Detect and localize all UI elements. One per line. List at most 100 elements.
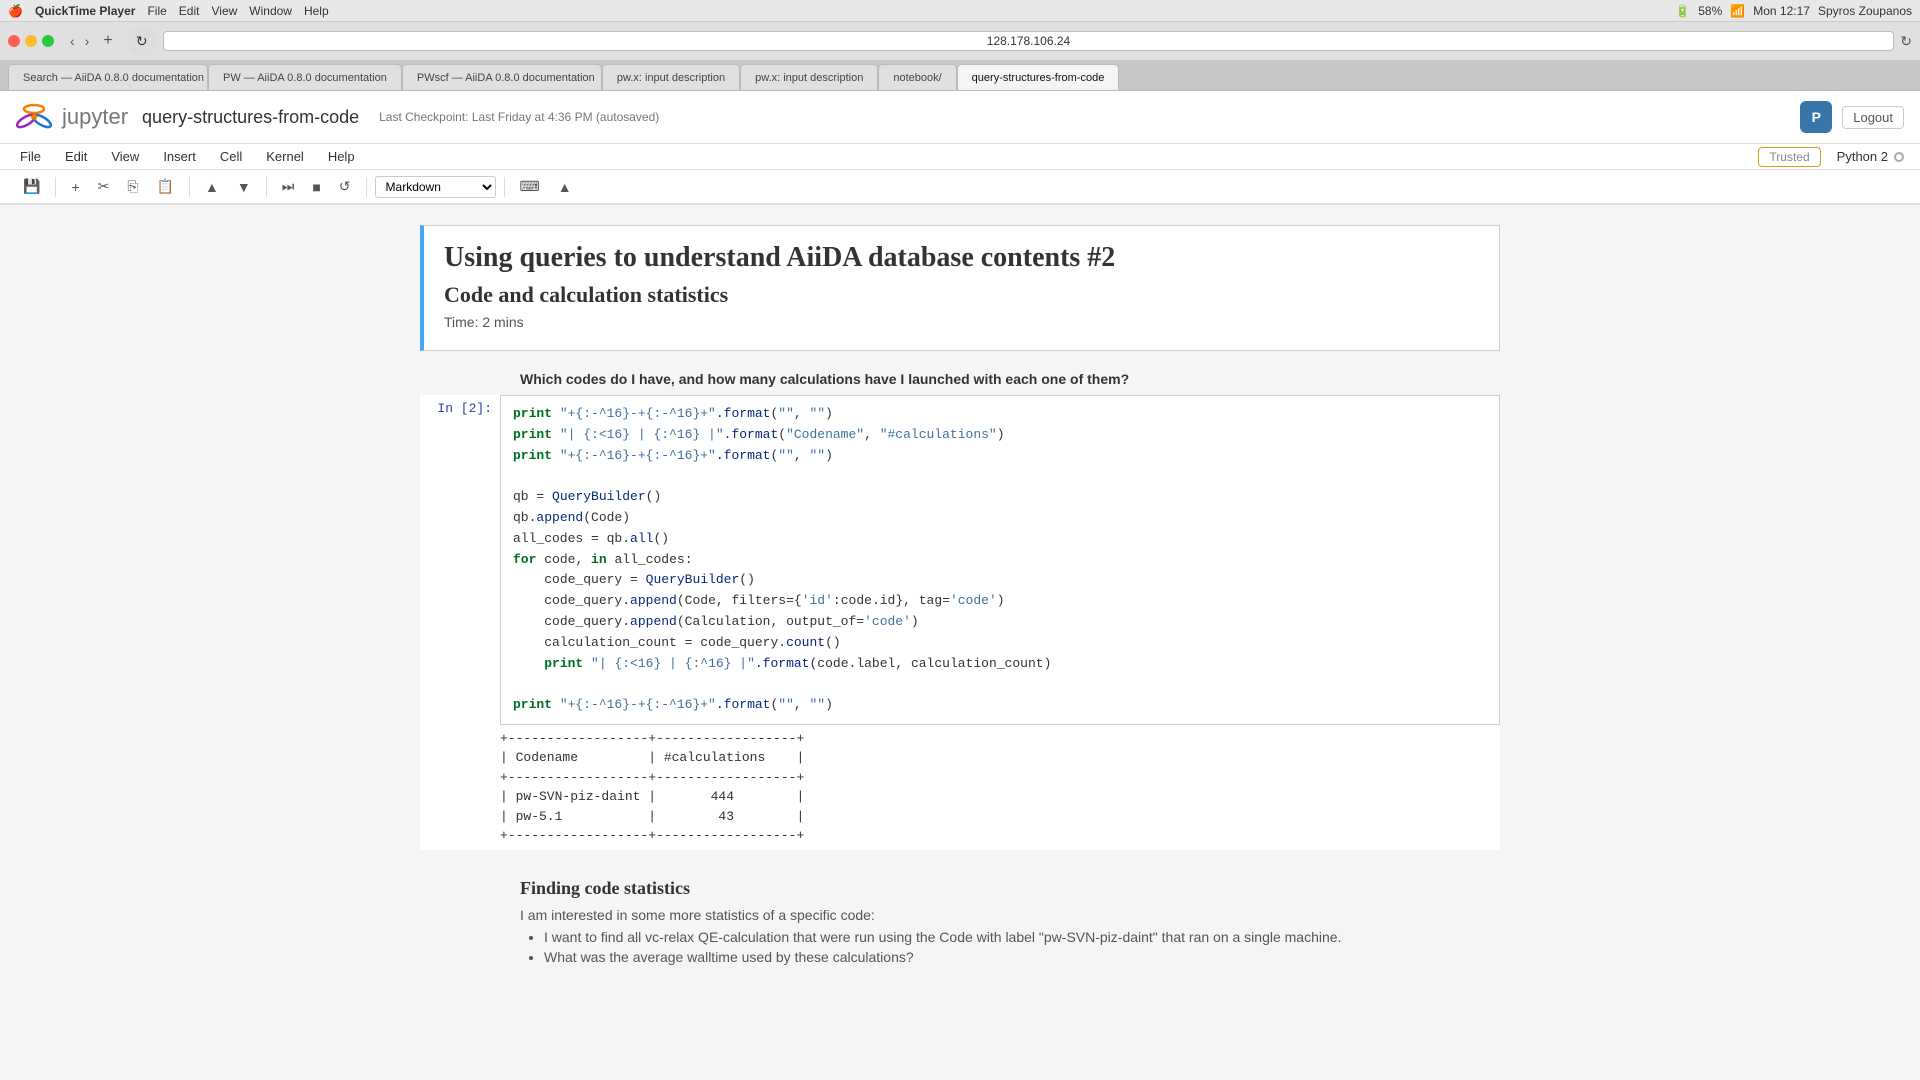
trusted-button[interactable]: Trusted (1758, 147, 1820, 167)
menu-cell[interactable]: Cell (216, 146, 246, 167)
notebook-title: Using queries to understand AiiDA databa… (444, 242, 1479, 274)
menu-edit[interactable]: Edit (61, 146, 91, 167)
toolbar-separator-1 (55, 177, 56, 197)
menu-window[interactable]: Window (249, 4, 292, 18)
browser-chrome: ‹ › + ↻ ↻ Search — AiiDA 0.8.0 documenta… (0, 22, 1920, 91)
notebook-subtitle: Code and calculation statistics (444, 282, 1479, 308)
cut-cell-button[interactable]: ✂ (91, 174, 117, 199)
tab-notebook[interactable]: notebook/ (878, 64, 956, 90)
code-line-1: print "+{:-^16}-+{:-^16}+".format("", ""… (513, 404, 1487, 425)
code-line-2: print "| {:<16} | {:^16} |".format("Code… (513, 425, 1487, 446)
menu-help[interactable]: Help (304, 4, 329, 18)
cell-prompt: In [2]: (420, 395, 500, 416)
loading-indicator: ↻ (127, 26, 157, 56)
menu-file[interactable]: File (16, 146, 45, 167)
notebook-time: Time: 2 mins (444, 314, 1479, 330)
output-table: +------------------+------------------+ … (500, 725, 1500, 850)
browser-toolbar: ‹ › + ↻ ↻ (0, 22, 1920, 60)
tab-pwx-input2[interactable]: pw.x: input description (740, 64, 878, 90)
notebook-container: Using queries to understand AiiDA databa… (360, 225, 1560, 977)
copy-cell-button[interactable]: ⎘ (120, 174, 145, 199)
keyboard-shortcuts-button[interactable]: ⌨ (513, 174, 547, 199)
text-section: Finding code statistics I am interested … (420, 862, 1500, 977)
maximize-window-button[interactable] (42, 35, 54, 47)
jupyter-logo-area: jupyter query-structures-from-code Last … (16, 99, 659, 135)
logout-button[interactable]: Logout (1842, 106, 1904, 129)
apple-icon[interactable]: 🍎 (8, 4, 23, 18)
toolbar-separator-2 (189, 177, 190, 197)
address-bar[interactable] (163, 31, 1895, 51)
save-button[interactable]: 💾 (16, 174, 47, 199)
back-button[interactable]: ‹ (66, 31, 79, 51)
menu-view[interactable]: View (211, 4, 237, 18)
tab-query-structures[interactable]: query-structures-from-code (957, 64, 1120, 90)
tab-search-aiida[interactable]: Search — AiiDA 0.8.0 documentation (8, 64, 208, 90)
mac-top-bar: 🍎 QuickTime Player File Edit View Window… (0, 0, 1920, 22)
list-item-1: I want to find all vc-relax QE-calculati… (544, 929, 1400, 945)
browser-tabs: Search — AiiDA 0.8.0 documentation PW — … (0, 60, 1920, 90)
code-line-13: print "| {:<16} | {:^16} |".format(code.… (513, 654, 1487, 675)
move-up-button[interactable]: ▲ (198, 175, 226, 199)
code-line-9: code_query = QueryBuilder() (513, 570, 1487, 591)
interrupt-button[interactable]: ■ (305, 175, 327, 199)
app-name: QuickTime Player (35, 4, 136, 18)
restart-button[interactable]: ↺ (332, 174, 358, 199)
menu-edit[interactable]: Edit (179, 4, 200, 18)
jupyter-logo-icon (16, 99, 52, 135)
code-line-15: print "+{:-^16}-+{:-^16}+".format("", ""… (513, 695, 1487, 716)
add-cell-button[interactable]: + (64, 175, 86, 199)
code-cell-2[interactable]: In [2]: print "+{:-^16}-+{:-^16}+".forma… (420, 395, 1500, 850)
menu-view[interactable]: View (107, 146, 143, 167)
code-line-11: code_query.append(Calculation, output_of… (513, 612, 1487, 633)
code-line-12: calculation_count = code_query.count() (513, 633, 1487, 654)
section-heading: Finding code statistics (520, 878, 1400, 899)
jupyter-brand: jupyter (62, 104, 128, 130)
add-tab-button[interactable]: + (99, 30, 116, 52)
kernel-name: Python 2 (1837, 149, 1888, 164)
run-next-button[interactable]: ⏭ (275, 174, 302, 199)
minimize-window-button[interactable] (25, 35, 37, 47)
question-text: Which codes do I have, and how many calc… (420, 363, 1500, 395)
bullet-list: I want to find all vc-relax QE-calculati… (544, 929, 1400, 965)
code-editor[interactable]: print "+{:-^16}-+{:-^16}+".format("", ""… (500, 395, 1500, 725)
wifi-icon: 📶 (1730, 4, 1745, 18)
menu-kernel[interactable]: Kernel (262, 146, 308, 167)
tab-pwscf-aiida[interactable]: PWscf — AiiDA 0.8.0 documentation (402, 64, 602, 90)
notebook-name[interactable]: query-structures-from-code (142, 107, 359, 128)
section-intro: I am interested in some more statistics … (520, 907, 1400, 923)
tab-pwx-input1[interactable]: pw.x: input description (602, 64, 740, 90)
kernel-status-circle (1894, 152, 1904, 162)
jupyter-toolbar: 💾 + ✂ ⎘ 📋 ▲ ▼ ⏭ ■ ↺ Markdown Code Raw NB… (0, 170, 1920, 205)
nav-buttons: ‹ › (66, 31, 93, 51)
menu-help[interactable]: Help (324, 146, 359, 167)
toolbar-separator-4 (366, 177, 367, 197)
battery-level: 58% (1698, 4, 1722, 18)
battery-icon: 🔋 (1675, 4, 1690, 18)
jupyter-title-row: jupyter query-structures-from-code Last … (16, 99, 1904, 135)
main-content: Using queries to understand AiiDA databa… (0, 205, 1920, 1080)
checkpoint-info: Last Checkpoint: Last Friday at 4:36 PM … (379, 110, 659, 124)
menu-file[interactable]: File (147, 4, 166, 18)
username: Spyros Zoupanos (1818, 4, 1912, 18)
move-down-button[interactable]: ▼ (230, 175, 258, 199)
tab-pw-aiida[interactable]: PW — AiiDA 0.8.0 documentation (208, 64, 402, 90)
cell-output: +------------------+------------------+ … (420, 725, 1500, 850)
close-window-button[interactable] (8, 35, 20, 47)
menu-insert[interactable]: Insert (159, 146, 200, 167)
paste-cell-button[interactable]: 📋 (150, 174, 181, 199)
cell-type-select[interactable]: Markdown Code Raw NBConvert (375, 176, 496, 198)
python-logo-icon: P (1800, 101, 1832, 133)
reload-button[interactable]: ↻ (1900, 33, 1912, 50)
title-cell[interactable]: Using queries to understand AiiDA databa… (420, 225, 1500, 351)
code-line-6: qb.append(Code) (513, 508, 1487, 529)
code-line-10: code_query.append(Code, filters={'id':co… (513, 591, 1487, 612)
code-line-7: all_codes = qb.all() (513, 529, 1487, 550)
jupyter-header: jupyter query-structures-from-code Last … (0, 91, 1920, 144)
code-line-8: for code, in all_codes: (513, 550, 1487, 571)
toggle-toolbar-button[interactable]: ▲ (551, 175, 579, 199)
datetime: Mon 12:17 (1753, 4, 1810, 18)
cell-input: In [2]: print "+{:-^16}-+{:-^16}+".forma… (420, 395, 1500, 725)
kernel-indicator: Python 2 (1837, 149, 1904, 164)
forward-button[interactable]: › (81, 31, 94, 51)
window-controls (8, 35, 54, 47)
